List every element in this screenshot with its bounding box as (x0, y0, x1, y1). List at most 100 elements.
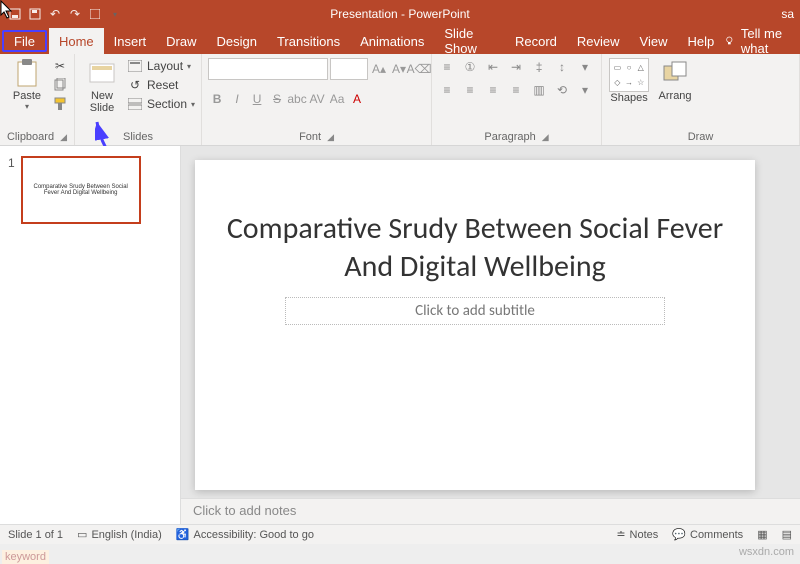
book-icon: ▭ (77, 528, 87, 541)
arrange-button[interactable]: Arrang (654, 58, 696, 102)
shadow-button[interactable]: abc (288, 90, 306, 108)
convert-button[interactable]: ▾ (576, 81, 594, 99)
status-bar: Slide 1 of 1 ▭English (India) ♿Accessibi… (0, 524, 800, 544)
arrange-label: Arrang (659, 90, 692, 102)
notes-button[interactable]: ≐Notes (616, 528, 658, 541)
qat-more-icon[interactable]: ▾ (108, 7, 122, 21)
shapes-button[interactable]: ▭○△◇→☆ Shapes (608, 58, 650, 104)
font-launcher-icon[interactable]: ◢ (327, 132, 334, 143)
underline-button[interactable]: U (248, 90, 266, 108)
reset-button[interactable]: ↺Reset (127, 77, 195, 93)
cut-button[interactable]: ✂ (52, 58, 68, 74)
tab-record[interactable]: Record (505, 28, 567, 54)
slide-title[interactable]: Comparative Srudy Between Social Fever A… (225, 210, 725, 285)
justify-button[interactable]: ≡ (507, 81, 525, 99)
tab-design[interactable]: Design (207, 28, 267, 54)
layout-button[interactable]: Layout▾ (127, 58, 195, 74)
redo-icon[interactable]: ↷ (68, 7, 82, 21)
comments-button[interactable]: 💬Comments (672, 528, 743, 541)
strike-button[interactable]: S (268, 90, 286, 108)
tab-review[interactable]: Review (567, 28, 630, 54)
tab-help[interactable]: Help (677, 28, 724, 54)
comments-icon: 💬 (672, 528, 686, 541)
ribbon-tabs: File Home Insert Draw Design Transitions… (0, 28, 800, 54)
align-text-button[interactable]: ▾ (576, 58, 594, 76)
clear-format-button[interactable]: A⌫ (410, 60, 428, 78)
paragraph-label: Paragraph (484, 131, 535, 143)
cut-icon: ✂ (52, 58, 68, 74)
clipboard-label: Clipboard (7, 131, 54, 143)
paragraph-launcher-icon[interactable]: ◢ (542, 132, 549, 143)
tab-view[interactable]: View (630, 28, 678, 54)
thumbnail-preview: Comparative Srudy Between Social Fever A… (21, 156, 141, 224)
window-title: Presentation - PowerPoint (330, 7, 469, 21)
paste-caret-icon: ▾ (25, 102, 29, 111)
text-direction-button[interactable]: ↕ (553, 58, 571, 76)
columns-button[interactable]: ▥ (530, 81, 548, 99)
section-button[interactable]: Section▾ (127, 96, 195, 112)
change-case-button[interactable]: Aa (328, 90, 346, 108)
slide[interactable]: Comparative Srudy Between Social Fever A… (195, 160, 755, 490)
shrink-font-button[interactable]: A▾ (390, 60, 408, 78)
indent-inc-button[interactable]: ⇥ (507, 58, 525, 76)
notes-pane[interactable]: Click to add notes (181, 498, 800, 524)
tab-draw[interactable]: Draw (156, 28, 206, 54)
group-font: A▴ A▾ A⌫ B I U S abc AV Aa A Font ◢ (202, 54, 432, 145)
thumbnail-1[interactable]: 1 Comparative Srudy Between Social Fever… (8, 156, 172, 224)
grow-font-button[interactable]: A▴ (370, 60, 388, 78)
font-family-combo[interactable] (208, 58, 328, 80)
smartart-button[interactable]: ⟲ (553, 81, 571, 99)
tab-home[interactable]: Home (49, 28, 104, 54)
group-drawing: ▭○△◇→☆ Shapes Arrang Draw (602, 54, 800, 145)
font-color-button[interactable]: A (348, 90, 366, 108)
accessibility-button[interactable]: ♿Accessibility: Good to go (176, 528, 314, 541)
line-spacing-button[interactable]: ‡ (530, 58, 548, 76)
undo-icon[interactable]: ↶ (48, 7, 62, 21)
subtitle-placeholder[interactable]: Click to add subtitle (285, 297, 665, 325)
tab-transitions[interactable]: Transitions (267, 28, 350, 54)
quick-access-toolbar: ↶ ↷ ▾ (0, 7, 122, 21)
shapes-label: Shapes (610, 92, 647, 104)
group-clipboard: Paste ▾ ✂ Clipboard ◢ (0, 54, 75, 145)
copy-button[interactable] (52, 77, 68, 93)
tab-file[interactable]: File (2, 30, 47, 52)
indent-dec-button[interactable]: ⇤ (484, 58, 502, 76)
layout-icon (127, 58, 143, 74)
copy-icon (52, 77, 68, 93)
align-center-button[interactable]: ≡ (461, 81, 479, 99)
save-icon[interactable] (28, 7, 42, 21)
numbering-button[interactable]: ① (461, 58, 479, 76)
align-left-button[interactable]: ≡ (438, 81, 456, 99)
view-sorter-button[interactable]: ▤ (782, 528, 792, 541)
new-slide-label: New Slide (90, 90, 114, 114)
start-icon[interactable] (88, 7, 102, 21)
font-label: Font (299, 131, 321, 143)
slide-thumbnails-panel: 1 Comparative Srudy Between Social Fever… (0, 146, 181, 524)
canvas-area: Comparative Srudy Between Social Fever A… (181, 146, 800, 524)
view-normal-button[interactable]: ▦ (757, 528, 767, 541)
clipboard-launcher-icon[interactable]: ◢ (60, 132, 67, 143)
title-bar: ↶ ↷ ▾ Presentation - PowerPoint sa (0, 0, 800, 28)
language-button[interactable]: ▭English (India) (77, 528, 162, 541)
bullets-button[interactable]: ≡ (438, 58, 456, 76)
slide-count[interactable]: Slide 1 of 1 (8, 529, 63, 541)
reset-icon: ↺ (127, 77, 143, 93)
paste-button[interactable]: Paste ▾ (6, 58, 48, 111)
bold-button[interactable]: B (208, 90, 226, 108)
new-slide-button[interactable]: New Slide (81, 58, 123, 114)
tab-insert[interactable]: Insert (104, 28, 157, 54)
paste-label: Paste (13, 90, 41, 102)
watermark: wsxdn.com (0, 544, 800, 564)
format-painter-button[interactable] (52, 96, 68, 112)
new-slide-icon (87, 58, 117, 88)
tab-animations[interactable]: Animations (350, 28, 434, 54)
tell-me[interactable]: Tell me what (724, 28, 800, 54)
tab-slideshow[interactable]: Slide Show (434, 28, 505, 54)
font-size-combo[interactable] (330, 58, 368, 80)
layout-label: Layout (147, 59, 183, 73)
align-right-button[interactable]: ≡ (484, 81, 502, 99)
section-label: Section (147, 97, 187, 111)
char-spacing-button[interactable]: AV (308, 90, 326, 108)
italic-button[interactable]: I (228, 90, 246, 108)
slide-canvas[interactable]: Comparative Srudy Between Social Fever A… (181, 146, 800, 498)
